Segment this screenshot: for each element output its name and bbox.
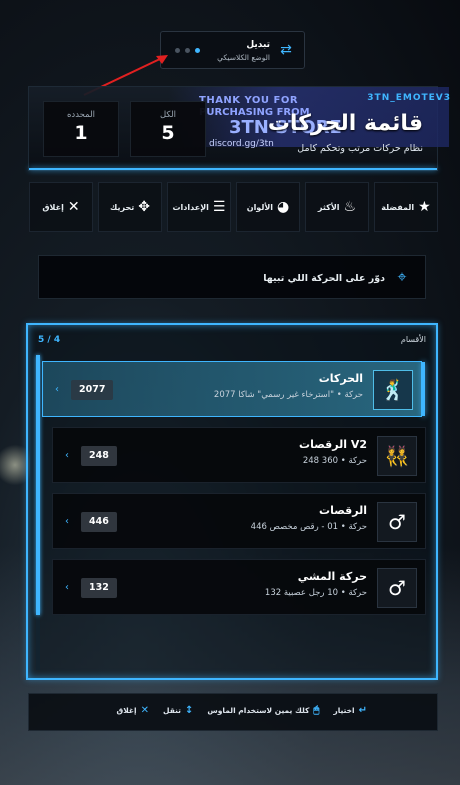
action-label: إغلاق [42,202,64,212]
sliders-icon: ☰ [212,199,226,215]
updown-arrow-icon: ↕ [185,705,194,716]
banner-line1: THANK YOU FOR [199,95,299,106]
stat-value: 5 [161,122,175,144]
toggle-dot [175,48,180,53]
fire-icon: ♨ [343,199,357,215]
close-icon: ✕ [140,705,150,716]
stat-total: الكل 5 [130,101,206,157]
hint-close: ✕ إغلاق [117,705,150,716]
hint-label: كلك يمين لاستخدام الماوس [207,706,310,715]
close-button[interactable]: ✕ إغلاق [29,182,93,232]
move-icon: ✥ [138,199,150,215]
toggle-dots [175,48,200,53]
chevron-left-icon: ‹ [65,450,69,461]
stat-label: الكل [159,110,177,120]
category-desc: 446 حركة • 01 - رقص مخصص [250,522,367,532]
category-count: 2077 [71,380,114,400]
category-row[interactable]: ♂ الرقصات 446 حركة • 01 - رقص مخصص 446 ‹ [52,493,426,549]
favorites-button[interactable]: ★ المفضلة [374,182,438,232]
category-name: الرقصات [319,504,367,517]
stat-label: المحدده [66,110,96,120]
mouse-icon: 🖱 [313,705,320,716]
action-label: المفضلة [381,202,415,212]
category-name: حركة المشي [297,570,367,583]
page-title: قائمة الحركات [267,111,423,136]
star-icon: ★ [418,199,431,215]
palette-icon: ◕ [277,199,290,215]
hint-select: ↵ اختيار [333,705,367,716]
keyboard-hints-bar: ↵ اختيار 🖱 كلك يمين لاستخدام الماوس ↕ تن… [28,693,438,731]
toggle-dot [185,48,190,53]
active-indicator [422,362,425,416]
action-bar: ★ المفضلة ♨ الأكثر ◕ الألوان ☰ الإعدادات… [28,182,438,232]
page-subtitle: نظام حركات مرتب وتحكم كامل [297,143,423,154]
action-label: الإعدادات [172,202,209,212]
categories-panel: الأقسام 5 / 4 🕺 الحركات 2077 حركة • "است… [26,323,438,680]
menu-header: THANK YOU FOR PURCHASING FROM 3TN STORE … [28,86,450,171]
category-name: الحركات [318,372,363,385]
chevron-left-icon: ‹ [65,582,69,593]
dancer-icon: 🕺 [373,370,413,410]
toggle-subtitle: الوضع الكلاسيكي [217,53,270,62]
category-name: الرقصات V2 [299,438,367,451]
chevron-left-icon: ‹ [65,516,69,527]
gender-unknown-icon: ♂ [377,502,417,542]
colors-button[interactable]: ◕ الألوان [236,182,300,232]
category-desc: 2077 حركة • "استرخاء غير رسمي" شاكا [213,390,363,400]
hint-list: ↵ اختيار 🖱 كلك يمين لاستخدام الماوس ↕ تن… [117,705,367,716]
search-input[interactable] [65,266,385,290]
search-bar: ⌖ [38,255,426,299]
action-label: الأكثر [317,202,340,212]
banner-tag: 3TN_EMOTEV3 [367,93,451,103]
close-icon: ✕ [67,199,80,215]
scrollbar-thumb[interactable] [36,355,40,615]
swap-icon: ⇄ [280,42,292,58]
toggle-title: تبديل [246,40,270,50]
category-row[interactable]: 🕺 الحركات 2077 حركة • "استرخاء غير رسمي"… [42,361,425,417]
toggle-dot-active [195,48,200,53]
categories-title: الأقسام [400,335,426,344]
couple-dance-icon: 👯 [377,436,417,476]
stat-value: 1 [74,122,88,144]
category-count: 446 [81,512,117,532]
crosshair-icon: ⌖ [397,267,407,286]
categories-page-indicator: 5 / 4 [38,335,61,345]
enter-key-icon: ↵ [358,705,367,716]
action-label: تحريك [110,202,135,212]
action-label: الألوان [246,202,274,212]
stat-selected: المحدده 1 [43,101,119,157]
most-used-button[interactable]: ♨ الأكثر [305,182,369,232]
settings-button[interactable]: ☰ الإعدادات [167,182,231,232]
banner-line4: discord.gg/3tn [209,139,274,149]
chevron-left-icon: ‹ [55,384,59,395]
category-count: 132 [81,578,117,598]
category-count: 248 [81,446,117,466]
header-accent-line [29,168,437,170]
hint-navigate: ↕ تنقل [163,705,193,716]
hint-label: اختيار [333,706,355,715]
hint-label: إغلاق [116,706,137,715]
move-button[interactable]: ✥ تحريك [98,182,162,232]
gender-unknown-icon: ♂ [377,568,417,608]
category-row[interactable]: 👯 الرقصات V2 248 حركة • 360 248 ‹ [52,427,426,483]
category-row[interactable]: ♂ حركة المشي 132 حركة • 10 رجل عصبية 132… [52,559,426,615]
category-desc: 248 حركة • 360 [302,456,367,466]
category-desc: 132 حركة • 10 رجل عصبية [264,588,367,598]
hint-label: تنقل [163,706,182,715]
classic-mode-toggle[interactable]: تبديل الوضع الكلاسيكي ⇄ [160,31,305,69]
hint-mouse: 🖱 كلك يمين لاستخدام الماوس [207,705,319,716]
